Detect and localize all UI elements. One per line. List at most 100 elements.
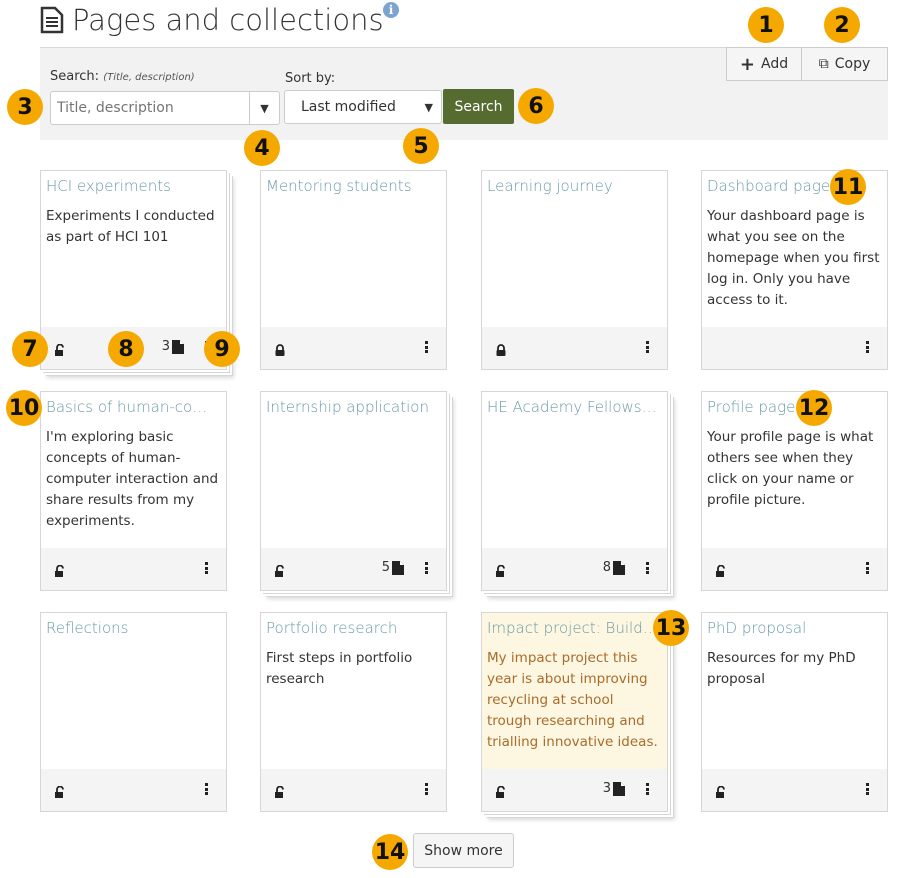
lock-icon[interactable] [274,341,286,360]
card-title[interactable]: HCI experiments [46,177,220,195]
card-title[interactable]: Reflections [46,619,220,637]
card-title[interactable]: Profile page [707,398,881,416]
callout-badge: 1 [748,7,784,43]
collection-card[interactable]: HE Academy Fellowsh... 8 [481,391,668,591]
search-options-dropdown[interactable]: ▼ [249,92,279,124]
page-card[interactable]: PhD proposal Resources for my PhD propos… [701,612,888,812]
card-title[interactable]: Portfolio research [266,619,440,637]
plus-icon: + [739,53,755,75]
callout-badge: 4 [244,130,280,166]
page-card[interactable]: Profile page Your profile page is what o… [701,391,888,591]
card-footer [41,548,226,590]
card-footer: 3 [482,769,667,811]
pages-icon [172,339,184,354]
caret-down-icon: ▼ [260,101,269,115]
page-count: 3 [162,339,184,354]
card-title[interactable]: Mentoring students [266,177,440,195]
collection-card[interactable]: Internship application 5 [260,391,447,591]
copy-button[interactable]: ⧉ Copy [801,47,888,81]
search-button[interactable]: Search [443,89,514,124]
card-description: My impact project this year is about imp… [487,650,658,750]
search-field: ▼ [50,91,280,125]
more-options-icon[interactable] [641,340,653,354]
more-options-icon[interactable] [641,782,653,796]
more-options-icon[interactable] [861,340,873,354]
unlock-icon[interactable] [274,783,286,802]
unlock-icon[interactable] [715,562,727,581]
card-footer [482,327,667,369]
page-count: 5 [382,560,404,575]
more-options-icon[interactable] [420,782,432,796]
callout-badge: 14 [372,834,408,870]
card-description: Resources for my PhD proposal [707,650,856,687]
page-title: Pages and collections [40,0,384,40]
callout-badge: 9 [204,331,240,367]
more-options-icon[interactable] [641,561,653,575]
card-footer: 5 [261,548,446,590]
card-title[interactable]: Impact project: Buildi... [487,619,661,637]
more-options-icon[interactable] [200,561,212,575]
card-footer [41,769,226,811]
card-footer: 8 [482,548,667,590]
page-card[interactable]: Reflections [40,612,227,812]
page-card[interactable]: Basics of human-comp... I'm exploring ba… [40,391,227,591]
lock-icon[interactable] [495,341,507,360]
more-options-icon[interactable] [861,782,873,796]
more-options-icon[interactable] [200,782,212,796]
card-description: Experiments I conducted as part of HCI 1… [46,208,215,245]
show-more-button[interactable]: Show more [413,833,514,868]
callout-badge: 7 [12,331,48,367]
callout-badge: 2 [824,7,860,43]
callout-badge: 5 [403,128,439,164]
sort-select[interactable]: Last modified ▼ [284,90,442,124]
card-title[interactable]: Basics of human-comp... [46,398,220,416]
unlock-icon[interactable] [54,783,66,802]
card-title[interactable]: Internship application [266,398,440,416]
callout-badge: 13 [653,610,689,646]
callout-badge: 3 [7,89,43,125]
card-description: First steps in portfolio research [266,650,413,687]
unlock-icon[interactable] [54,341,66,360]
page-card[interactable]: Mentoring students [260,170,447,370]
card-footer [261,769,446,811]
page-card[interactable]: Portfolio research First steps in portfo… [260,612,447,812]
callout-badge: 8 [108,331,144,367]
unlock-icon[interactable] [495,562,507,581]
search-input[interactable] [51,92,249,124]
card-footer [702,769,887,811]
card-footer [261,327,446,369]
more-options-icon[interactable] [420,561,432,575]
pages-icon [392,560,404,575]
unlock-icon[interactable] [274,562,286,581]
add-button[interactable]: + Add [726,47,802,81]
collection-card[interactable]: Impact project: Buildi... My impact proj… [481,612,668,812]
caret-down-icon: ▼ [424,100,433,114]
unlock-icon[interactable] [715,783,727,802]
card-title[interactable]: PhD proposal [707,619,881,637]
pages-icon [613,781,625,796]
document-icon [40,6,64,34]
page-card[interactable]: Learning journey [481,170,668,370]
unlock-icon[interactable] [54,562,66,581]
card-title[interactable]: HE Academy Fellowsh... [487,398,661,416]
callout-badge: 6 [518,88,554,124]
more-options-icon[interactable] [861,561,873,575]
card-description: Your dashboard page is what you see on t… [707,208,880,308]
search-label: Search: (Title, description) [50,69,195,84]
unlock-icon[interactable] [495,783,507,802]
card-footer [702,548,887,590]
more-options-icon[interactable] [420,340,432,354]
page-count: 8 [603,560,625,575]
card-description: Your profile page is what others see whe… [707,429,874,508]
info-icon[interactable]: i [383,2,399,18]
page-count: 3 [603,781,625,796]
pages-icon [613,560,625,575]
copy-icon: ⧉ [818,56,829,72]
callout-badge: 12 [796,390,832,426]
callout-badge: 10 [6,390,42,426]
card-description: I'm exploring basic concepts of human-co… [46,429,219,529]
sort-label: Sort by: [285,71,336,86]
callout-badge: 11 [830,169,866,205]
card-footer [702,327,887,369]
card-title[interactable]: Learning journey [487,177,661,195]
